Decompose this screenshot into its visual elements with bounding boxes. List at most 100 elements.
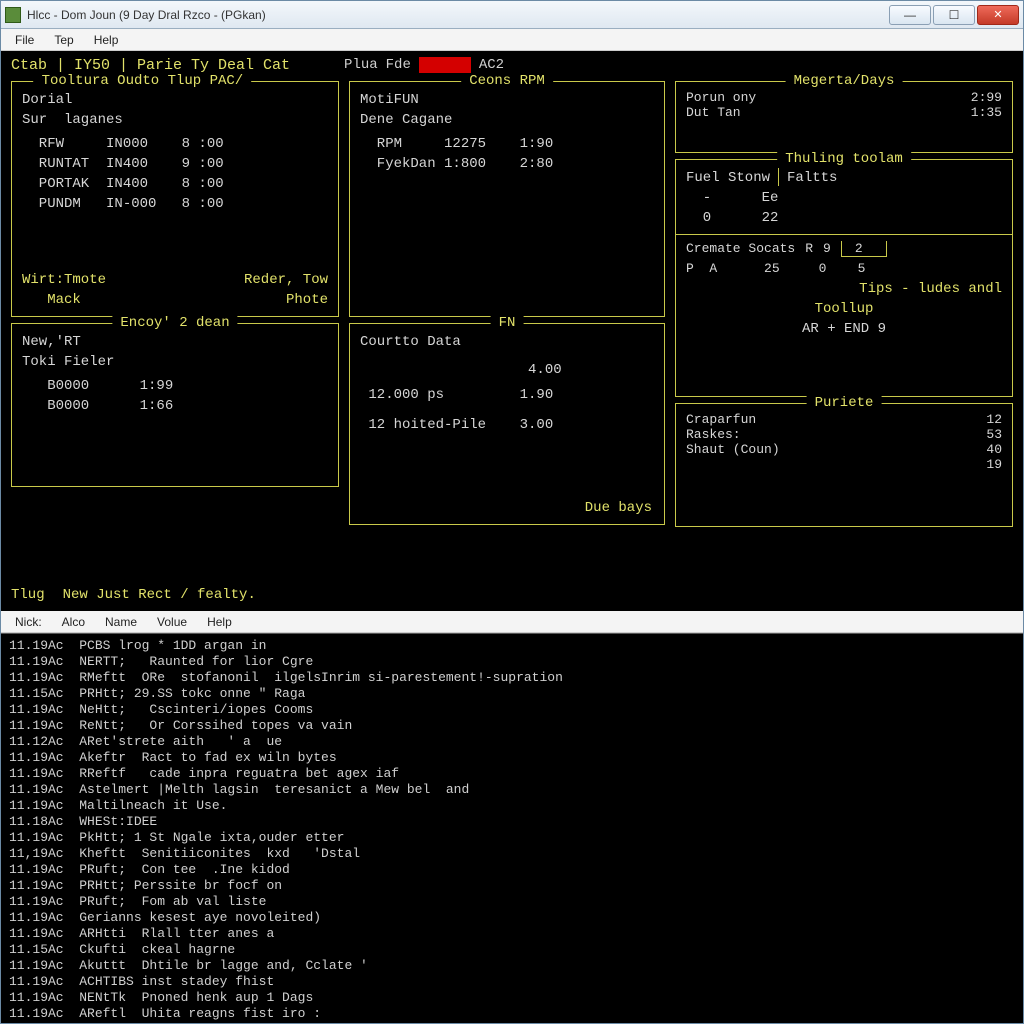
panel-purete: Puriete Craparfun12 Raskes:53 Shaut (Cou… (675, 403, 1013, 527)
log-line: 11.19Ac NENtTk Pnoned henk aup 1 Dags (9, 990, 1015, 1006)
log-line: 11.19Ac PRHtt; Perssite br focf on (9, 878, 1015, 894)
panel-fn: FN Courtto Data 4.00 12.000 ps 1.90 12 h… (349, 323, 665, 525)
app-icon (5, 7, 21, 23)
log-line: 11.19Ac Akeftr Ract to fad ex wiln bytes (9, 750, 1015, 766)
megerta-v1: 1:35 (971, 105, 1002, 120)
panel-encoy: Encoy' 2 dean New,'RT Toki Fieler B0000 … (11, 323, 339, 487)
log-line: 11.18Ac WHESt:IDEE (9, 814, 1015, 830)
fn-l1: Courtto Data (360, 332, 654, 352)
log-menu-nick[interactable]: Nick: (7, 613, 50, 631)
log-line: 11.19Ac Maltilneach it Use. (9, 798, 1015, 814)
encoy-l1: New,'RT (22, 332, 328, 352)
panel-thuling: Thuling toolam Fuel Stonw Faltts - Ee 0 … (675, 159, 1013, 397)
ceons-l1: MotiFUN (360, 90, 654, 110)
tooltura-row: RFW IN000 8 :00 (22, 134, 328, 154)
log-line: 11.19Ac ACHTIBS inst stadey fhist (9, 974, 1015, 990)
tooltura-foot-la[interactable]: Wirt:Tmote (22, 270, 106, 290)
ceons-row: FyekDan 1:800 2:80 (360, 154, 654, 174)
menu-help[interactable]: Help (86, 31, 127, 49)
log-line: 11.19Ac PRuft; Con tee .Ine kidod (9, 862, 1015, 878)
tooltura-row: RUNTAT IN400 9 :00 (22, 154, 328, 174)
menu-tep[interactable]: Tep (46, 31, 81, 49)
bottom-tlug[interactable]: Tlug (11, 587, 45, 603)
encoy-l2: Toki Fieler (22, 352, 328, 372)
log-menu-alco[interactable]: Alco (54, 613, 93, 631)
panel-thuling-legend: Thuling toolam (777, 151, 911, 167)
panel-ceons-legend: Ceons RPM (461, 73, 553, 89)
log-menu-name[interactable]: Name (97, 613, 145, 631)
panel-tooltura-legend: Tooltura Oudto Tlup PAC/ (34, 73, 252, 89)
tab-strip[interactable]: Ctab | IY50 | Parie Ty Deal Cat (11, 57, 290, 74)
panel-ceons: Ceons RPM MotiFUN Dene Cagane RPM 12275 … (349, 81, 665, 317)
tooltura-foot-rb[interactable]: Phote (244, 290, 328, 310)
log-line: 11.15Ac Ckufti ckeal hagrne (9, 942, 1015, 958)
log-line: 11.19Ac Gerianns kesest aye novoleited) (9, 910, 1015, 926)
purete-v2: 40 (986, 442, 1002, 457)
status-a: Plua (344, 57, 378, 73)
tooltura-row: PORTAK IN400 8 :00 (22, 174, 328, 194)
log-line: 11.15Ac PRHtt; 29.SS tokc onne " Raga (9, 686, 1015, 702)
minimize-button[interactable] (889, 5, 931, 25)
thuling-pa: P A 25 0 5 (686, 259, 1002, 279)
log-line: 11.19Ac Akuttt Dhtile br lagge and, Ccla… (9, 958, 1015, 974)
thuling-row: - Ee (686, 188, 1002, 208)
purete-v0: 12 (986, 412, 1002, 427)
panel-purete-legend: Puriete (807, 395, 882, 411)
status-readout: Plua Fde AC2 (344, 57, 504, 73)
fn-row: 12.000 ps 1.90 (360, 380, 654, 410)
titlebar[interactable]: Hlcc - Dom Joun (9 Day Dral Rzco - (PGka… (1, 1, 1023, 29)
ceons-row: RPM 12275 1:90 (360, 134, 654, 154)
panel-fn-legend: FN (491, 315, 524, 331)
fn-row: 4.00 (360, 360, 654, 380)
app-window: Hlcc - Dom Joun (9 Day Dral Rzco - (PGka… (0, 0, 1024, 1024)
log-pane[interactable]: 11.19Ac PCBS lrog * 1DD argan in11.19Ac … (1, 633, 1023, 1023)
log-line: 11.19Ac PCBS lrog * 1DD argan in (9, 638, 1015, 654)
cremate-b: R (805, 239, 813, 259)
log-menu-help[interactable]: Help (199, 613, 240, 631)
maximize-button[interactable] (933, 5, 975, 25)
purete-k0: Craparfun (686, 412, 756, 427)
cremate-d: 2 (855, 239, 863, 259)
log-line: 11.19Ac NERTT; Raunted for lior Cgre (9, 654, 1015, 670)
log-line: 11.19Ac ReNtt; Or Corssihed topes va vai… (9, 718, 1015, 734)
tooltura-foot-lb[interactable]: Mack (22, 290, 106, 310)
thuling-h1: Fuel Stonw (686, 168, 770, 188)
purete-v1: 53 (986, 427, 1002, 442)
purete-v3: 19 (986, 457, 1002, 472)
cremate-c: 9 (823, 239, 831, 259)
log-line: 11.19Ac AReftl Uhita reagns fist iro : (9, 1006, 1015, 1022)
log-line: 11.19Ac RReftf cade inpra reguatra bet a… (9, 766, 1015, 782)
megerta-k0: Porun ony (686, 90, 756, 105)
thuling-tips[interactable]: Tips - ludes andl (686, 279, 1002, 299)
fn-foot[interactable]: Due bays (585, 498, 652, 518)
encoy-row: B0000 1:99 (22, 376, 328, 396)
tooltura-foot-ra[interactable]: Reder, Tow (244, 270, 328, 290)
thuling-toollup[interactable]: Toollup (686, 299, 1002, 319)
purete-k1: Raskes: (686, 427, 741, 442)
tooltura-l1: Dorial (22, 90, 328, 110)
log-line: 11.19Ac PkHtt; 1 St Ngale ixta,ouder ett… (9, 830, 1015, 846)
fn-row: 12 hoited-Pile 3.00 (360, 410, 654, 440)
ceons-l2: Dene Cagane (360, 110, 654, 130)
window-title: Hlcc - Dom Joun (9 Day Dral Rzco - (PGka… (27, 8, 889, 22)
log-line: 11.19Ac NeHtt; Cscinteri/iopes Cooms (9, 702, 1015, 718)
log-line: 11.19Ac Astelmert |Melth lagsin teresani… (9, 782, 1015, 798)
panel-megerta-legend: Megerta/Days (786, 73, 903, 89)
menu-file[interactable]: File (7, 31, 42, 49)
thuling-row: 0 22 (686, 208, 1002, 228)
menubar-top: File Tep Help (1, 29, 1023, 51)
purete-k2: Shaut (Coun) (686, 442, 780, 457)
panel-encoy-legend: Encoy' 2 dean (112, 315, 237, 331)
panel-megerta: Megerta/Days Porun ony2:99 Dut Tan1:35 (675, 81, 1013, 153)
menubar-log: Nick: Alco Name Volue Help (1, 611, 1023, 633)
log-line: 11,19Ac Kheftt Senitiiconites kxd 'Dstal (9, 846, 1015, 862)
tooltura-l2: Sur laganes (22, 110, 328, 130)
status-b: Fde (386, 57, 411, 73)
close-button[interactable] (977, 5, 1019, 25)
log-menu-volue[interactable]: Volue (149, 613, 195, 631)
bottom-new-just-rect[interactable]: New Just Rect / fealty. (63, 587, 256, 603)
cremate-input[interactable] (841, 241, 887, 257)
thuling-arend: AR + END 9 (686, 319, 1002, 339)
log-line: 11.19Ac ARHtti Rlall tter anes a (9, 926, 1015, 942)
panel-tooltura: Tooltura Oudto Tlup PAC/ Dorial Sur laga… (11, 81, 339, 317)
